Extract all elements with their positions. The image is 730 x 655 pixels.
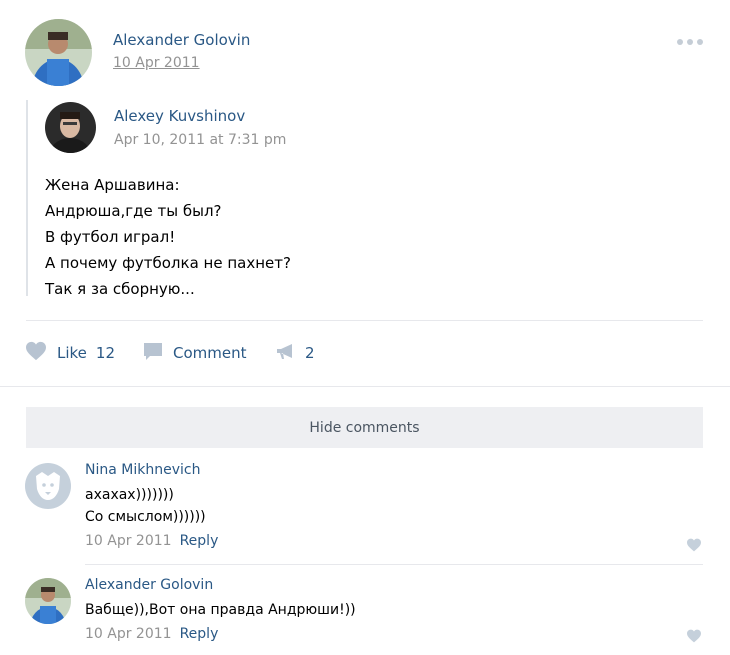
comment-text: ахахах))))))) Со смыслом)))))) — [85, 484, 206, 528]
divider — [26, 320, 703, 321]
like-button[interactable]: Like 12 — [25, 340, 115, 366]
comment-text-line: Вабще)),Вот она правда Андрюши!)) — [85, 602, 356, 618]
wall-post: Alexander Golovin 10 Apr 2011 Alexey Kuv… — [0, 0, 730, 655]
avatar[interactable] — [25, 19, 92, 86]
reply-button[interactable]: Reply — [180, 626, 219, 642]
hide-comments-button[interactable]: Hide comments — [26, 407, 703, 448]
comment-icon — [143, 342, 163, 365]
avatar[interactable] — [25, 578, 71, 624]
megaphone-icon — [276, 342, 294, 364]
share-count: 2 — [305, 344, 315, 362]
divider — [0, 386, 730, 387]
comment-author-name[interactable]: Nina Mikhnevich — [85, 462, 200, 478]
divider — [85, 564, 703, 565]
dog-avatar-icon[interactable] — [25, 463, 71, 509]
post-text: Жена Аршавина: Андрюша,где ты был? В фут… — [45, 172, 291, 302]
comment-button[interactable]: Comment — [143, 340, 247, 366]
like-label: Like — [57, 344, 87, 362]
comment-text-line: Со смыслом)))))) — [85, 509, 206, 525]
more-dots-icon[interactable] — [677, 36, 705, 48]
comment-date[interactable]: 10 Apr 2011 — [85, 533, 172, 549]
comment-text: Вабще)),Вот она правда Андрюши!)) — [85, 599, 356, 621]
post-text-line: Жена Аршавина: — [45, 176, 180, 194]
heart-icon[interactable] — [686, 628, 702, 647]
heart-icon — [25, 341, 47, 365]
repost-avatar[interactable] — [45, 102, 96, 153]
comment-text-line: ахахах))))))) — [85, 487, 174, 503]
like-count: 12 — [95, 344, 115, 362]
comment-meta: 10 Apr 2011 Reply — [85, 533, 218, 549]
repost-author-name[interactable]: Alexey Kuvshinov — [114, 107, 245, 125]
comment-author-name[interactable]: Alexander Golovin — [85, 577, 213, 593]
repost-date[interactable]: Apr 10, 2011 at 7:31 pm — [114, 132, 286, 148]
post-text-line: Так я за сборную... — [45, 280, 195, 298]
post-text-line: А почему футболка не пахнет? — [45, 254, 291, 272]
comment-date[interactable]: 10 Apr 2011 — [85, 626, 172, 642]
reply-button[interactable]: Reply — [180, 533, 219, 549]
comment-meta: 10 Apr 2011 Reply — [85, 626, 218, 642]
post-text-line: В футбол играл! — [45, 228, 176, 246]
heart-icon[interactable] — [686, 537, 702, 556]
post-text-line: Андрюша,где ты был? — [45, 202, 222, 220]
comment-label: Comment — [173, 344, 247, 362]
share-button[interactable]: 2 — [276, 340, 315, 366]
repost-border — [26, 100, 28, 296]
post-date[interactable]: 10 Apr 2011 — [113, 55, 200, 71]
post-author-name[interactable]: Alexander Golovin — [113, 31, 250, 49]
